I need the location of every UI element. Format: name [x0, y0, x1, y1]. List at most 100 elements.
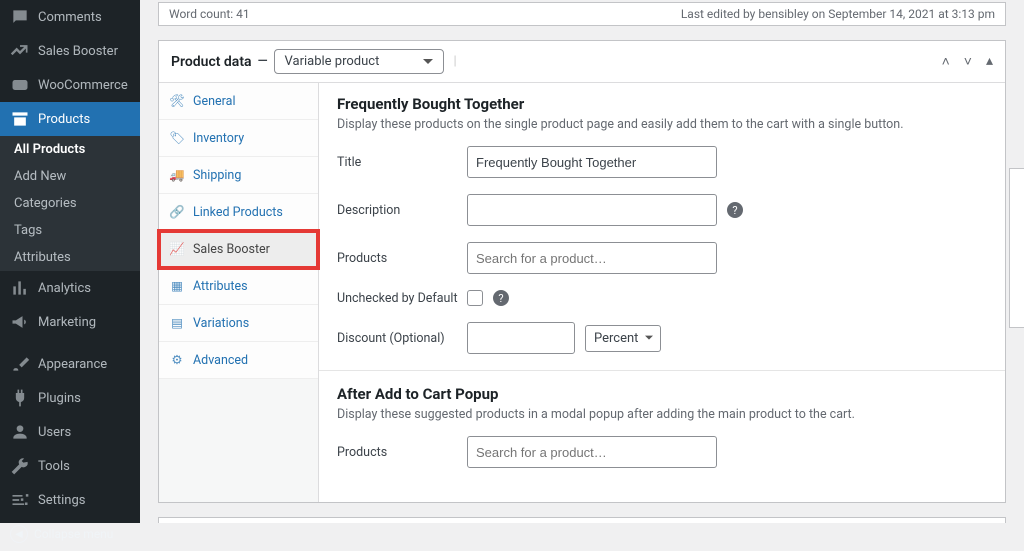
panel-down-icon[interactable]: ˅ — [964, 53, 972, 70]
fbt-title-input[interactable] — [467, 146, 717, 178]
product-type-value: Variable product — [285, 54, 380, 69]
tab-label: Variations — [193, 316, 249, 331]
sidebar-label: Plugins — [38, 391, 81, 406]
tag-icon: 🏷 — [169, 130, 185, 146]
sidebar-item-products[interactable]: Products — [0, 102, 140, 136]
product-type-select[interactable]: Variable product — [274, 49, 444, 74]
tab-sales-booster[interactable]: 📈 Sales Booster — [159, 231, 318, 268]
sidebar-item-woocommerce[interactable]: WooCommerce — [0, 68, 140, 102]
fbt-desc: Display these products on the single pro… — [337, 117, 987, 132]
panel-controls: ˄ ˅ ▴ — [942, 53, 993, 70]
submenu-categories[interactable]: Categories — [0, 190, 140, 217]
panel-toggle-icon[interactable]: ▴ — [986, 53, 993, 70]
tab-inventory[interactable]: 🏷 Inventory — [159, 120, 318, 157]
aac-products-input[interactable] — [467, 436, 717, 468]
sidebar-label: WooCommerce — [38, 78, 128, 93]
chart-up-icon: 📈 — [169, 241, 185, 257]
tab-variations[interactable]: ▤ Variations — [159, 305, 318, 342]
dash: — — [258, 54, 268, 69]
sidebar-item-comments[interactable]: Comments — [0, 0, 140, 34]
fbt-discount-unit-value: Percent — [594, 331, 638, 346]
panel-up-icon[interactable]: ˄ — [942, 53, 950, 70]
fbt-discount-unit-select[interactable]: Percent — [585, 325, 661, 352]
chart-up-icon — [10, 41, 30, 61]
sidebar-item-tools[interactable]: Tools — [0, 449, 140, 483]
panel-header: Product data — Variable product | ˄ ˅ ▴ — [159, 41, 1005, 83]
sidebar-item-marketing[interactable]: Marketing — [0, 305, 140, 339]
sidebar-label: Products — [38, 112, 90, 127]
tab-content: Frequently Bought Together Display these… — [319, 83, 1005, 502]
sidebar-item-appearance[interactable]: Appearance — [0, 347, 140, 381]
products-submenu: All Products Add New Categories Tags Att… — [0, 136, 140, 271]
sidebar-item-plugins[interactable]: Plugins — [0, 381, 140, 415]
submenu-add-new[interactable]: Add New — [0, 163, 140, 190]
sidebar-item-settings[interactable]: Settings — [0, 483, 140, 517]
fbt-products-input[interactable] — [467, 242, 717, 274]
section-divider — [319, 370, 1005, 371]
woocommerce-icon — [10, 75, 30, 95]
link-icon: 🔗 — [169, 204, 185, 220]
product-data-tabs: 🛠 General 🏷 Inventory 🚚Shipping 🔗Linked Pr… — [159, 83, 319, 502]
sidebar-label: Settings — [38, 493, 85, 508]
main-content: Word count: 41 Last edited by bensibley … — [140, 0, 1024, 523]
megaphone-icon — [10, 312, 30, 332]
wrench-icon — [10, 456, 30, 476]
divider: | — [454, 54, 457, 69]
tab-label: General — [193, 94, 236, 109]
aac-desc: Display these suggested products in a mo… — [337, 407, 987, 422]
brush-icon — [10, 354, 30, 374]
collapse-icon: ◀ — [10, 525, 28, 543]
sidebar-label: Comments — [38, 10, 102, 25]
wrench-icon: 🛠 — [169, 93, 185, 109]
tab-label: Sales Booster — [193, 242, 270, 257]
side-panel-edge — [1009, 168, 1024, 328]
help-icon[interactable]: ? — [727, 202, 743, 218]
collapse-label: Collapse menu — [34, 527, 113, 541]
admin-sidebar: Comments Sales Booster WooCommerce Produ… — [0, 0, 140, 523]
grid-icon: ▦ — [169, 278, 185, 294]
aac-products-label: Products — [337, 445, 467, 460]
archive-icon — [10, 109, 30, 129]
fbt-unchecked-label: Unchecked by Default — [337, 291, 467, 306]
help-icon[interactable]: ? — [493, 290, 509, 306]
tab-advanced[interactable]: ⚙ Advanced — [159, 342, 318, 379]
layers-icon: ▤ — [169, 315, 185, 331]
sidebar-label: Analytics — [38, 281, 91, 296]
fbt-unchecked-checkbox[interactable] — [467, 290, 483, 306]
submenu-tags[interactable]: Tags — [0, 217, 140, 244]
aac-heading: After Add to Cart Popup — [337, 385, 987, 403]
user-icon — [10, 422, 30, 442]
fbt-description-input[interactable] — [467, 194, 717, 226]
sidebar-label: Appearance — [38, 357, 107, 372]
tab-label: Advanced — [193, 353, 248, 368]
panel-title: Product data — [171, 54, 252, 70]
gear-icon: ⚙ — [169, 352, 185, 368]
fbt-title-label: Title — [337, 155, 467, 170]
sidebar-item-users[interactable]: Users — [0, 415, 140, 449]
comment-icon — [10, 7, 30, 27]
collapse-menu[interactable]: ◀ Collapse menu — [0, 517, 140, 551]
tab-label: Inventory — [193, 131, 244, 146]
bar-chart-icon — [10, 278, 30, 298]
submenu-attributes[interactable]: Attributes — [0, 244, 140, 271]
tab-shipping[interactable]: 🚚Shipping — [159, 157, 318, 194]
plug-icon — [10, 388, 30, 408]
product-data-panel: Product data — Variable product | ˄ ˅ ▴ … — [158, 40, 1006, 503]
short-description-panel: Product short description — [158, 517, 1006, 523]
sidebar-label: Marketing — [38, 315, 96, 330]
fbt-discount-input[interactable] — [467, 322, 575, 354]
sidebar-label: Sales Booster — [38, 44, 118, 59]
sidebar-item-analytics[interactable]: Analytics — [0, 271, 140, 305]
fbt-discount-label: Discount (Optional) — [337, 331, 467, 346]
tab-attributes[interactable]: ▦Attributes — [159, 268, 318, 305]
tab-general[interactable]: 🛠 General — [159, 83, 318, 120]
fbt-heading: Frequently Bought Together — [337, 95, 987, 113]
tab-label: Shipping — [193, 168, 241, 183]
fbt-products-label: Products — [337, 251, 467, 266]
sliders-icon — [10, 490, 30, 510]
tab-linked-products[interactable]: 🔗Linked Products — [159, 194, 318, 231]
submenu-all-products[interactable]: All Products — [0, 136, 140, 163]
word-count: Word count: 41 — [169, 7, 250, 21]
sidebar-item-sales-booster[interactable]: Sales Booster — [0, 34, 140, 68]
editor-meta-bar: Word count: 41 Last edited by bensibley … — [158, 2, 1006, 26]
